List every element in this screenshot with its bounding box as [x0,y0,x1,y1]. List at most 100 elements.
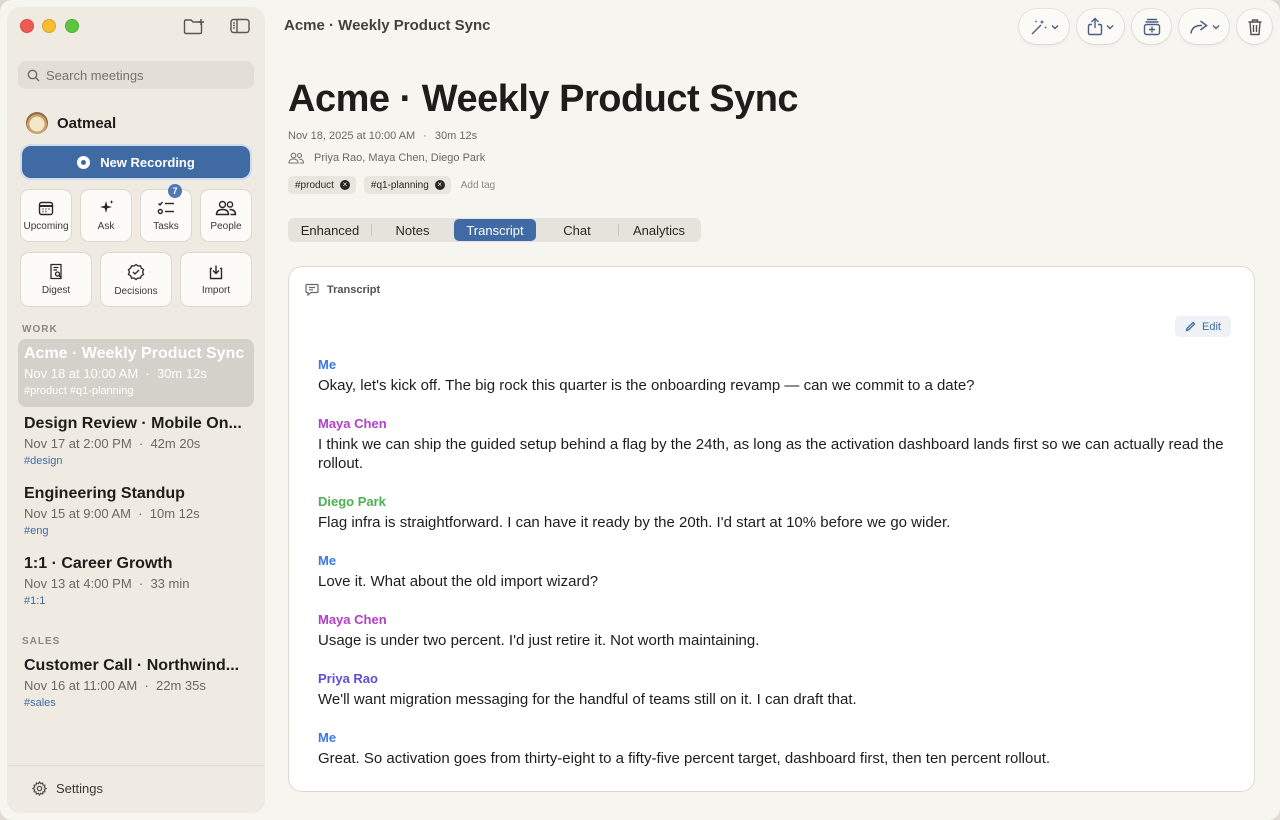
meeting-duration: 30m 12s [434,130,478,142]
utterance-text: We'll want migration messaging for the h… [318,691,857,708]
transcript-utterance: Maya Chen I think we can ship the guided… [318,416,1228,473]
meeting-title: Design Review · Mobile On... [24,415,242,432]
view-tabs: Enhanced Notes Transcript Chat Analytics [288,218,701,242]
tags-row: #product × #q1-planning × Add tag [288,176,495,194]
quick-action-label: Import [201,284,231,296]
minimize-window-button[interactable] [42,19,56,33]
sidebar: Oatmeal New Recording Upcoming Ask 7 Tas… [8,8,264,812]
transcript-bubble-icon [305,283,319,296]
tag-chip[interactable]: #product × [288,176,356,194]
forward-icon [1189,19,1208,34]
quick-action-label: Decisions [114,285,158,297]
chevron-down-icon [1051,24,1058,29]
close-window-button[interactable] [20,19,34,33]
pencil-icon [1185,321,1196,332]
settings-label: Settings [56,781,103,796]
window-title: Acme · Weekly Product Sync [284,17,491,34]
speaker-name: Maya Chen [318,612,387,627]
forward-menu-button[interactable] [1179,9,1229,44]
utterance-text: Flag infra is straightforward. I can hav… [318,514,951,531]
meeting-list-item[interactable]: Acme · Weekly Product Sync Nov 18 at 10:… [18,339,254,407]
meeting-list-item[interactable]: Customer Call · Northwind... Nov 16 at 1… [18,651,254,719]
transcript-utterance: Maya Chen Usage is under two percent. I'… [318,612,1228,650]
record-icon [77,155,91,169]
remove-tag-icon[interactable]: × [434,180,445,190]
meeting-title: Customer Call · Northwind... [24,657,240,674]
transcript-header-label: Transcript [327,283,381,296]
transcript-utterance: Diego Park Flag infra is straightforward… [318,494,1228,532]
add-tag-button[interactable]: Add tag [461,180,495,191]
tag-label: #product [295,179,334,191]
meeting-tags: #sales [24,697,56,709]
meeting-title: Acme · Weekly Product Sync [24,345,245,362]
magic-wand-icon [1031,19,1047,34]
share-menu-button[interactable] [1077,9,1124,44]
quick-action-people[interactable]: People [200,189,252,242]
settings-button[interactable]: Settings [32,781,103,796]
tag-chip[interactable]: #q1-planning × [363,176,451,194]
search-input[interactable] [46,67,236,83]
quick-action-tasks[interactable]: 7 Tasks [140,184,192,242]
meeting-meta: Nov 13 at 4:00 PM · 33 min [24,576,190,591]
delete-button[interactable] [1237,9,1272,44]
meeting-meta: Nov 15 at 9:00 AM · 10m 12s [24,506,200,521]
meeting-list-item[interactable]: Engineering Standup Nov 15 at 9:00 AM · … [18,479,254,547]
meeting-meta-line: Nov 18, 2025 at 10:00 AM · 30m 12s [288,130,477,142]
meeting-title-heading[interactable]: Acme · Weekly Product Sync [288,78,799,121]
new-recording-button[interactable]: New Recording [22,146,250,178]
section-label-work: WORK [22,324,58,335]
tab-transcript[interactable]: Transcript [454,219,536,241]
meeting-list-item[interactable]: 1:1 · Career Growth Nov 13 at 4:00 PM · … [18,549,254,617]
tab-chat[interactable]: Chat [536,219,618,241]
tab-enhanced[interactable]: Enhanced [289,219,371,241]
meeting-meta: Nov 16 at 11:00 AM · 22m 35s [24,678,206,693]
quick-action-ask[interactable]: Ask [80,189,132,242]
quick-action-decisions[interactable]: Decisions [100,252,172,307]
quick-action-import[interactable]: Import [180,252,252,307]
zoom-window-button[interactable] [65,19,79,33]
utterance-text: Great. So activation goes from thirty-ei… [318,750,1051,767]
meeting-tags: #product #q1-planning [24,385,134,397]
meeting-list-item[interactable]: Design Review · Mobile On... Nov 17 at 2… [18,409,254,477]
quick-action-label: Digest [41,285,71,296]
meta-separator: · [423,130,427,142]
participants-line[interactable]: Priya Rao, Maya Chen, Diego Park [288,152,485,164]
transcript-panel: Transcript Edit Me Okay, let's kick off.… [288,266,1255,792]
speaker-name: Me [318,357,337,372]
add-to-stack-button[interactable] [1132,9,1171,44]
new-folder-icon[interactable] [182,16,206,36]
tab-analytics[interactable]: Analytics [618,219,700,241]
transcript-utterance: Priya Rao We'll want migration messaging… [318,671,1228,709]
utterance-text: Okay, let's kick off. The big rock this … [318,377,975,394]
quick-action-upcoming[interactable]: Upcoming [20,189,72,242]
speaker-name: Me [318,553,337,568]
share-icon [1087,17,1103,36]
remove-tag-icon[interactable]: × [339,180,350,190]
section-label-sales: SALES [22,636,61,647]
sparkles-icon [99,200,113,213]
meeting-meta: Nov 18 at 10:00 AM · 30m 12s [24,366,207,381]
participants-icon [288,152,305,164]
quick-action-label: People [210,220,242,232]
quick-action-label: Upcoming [23,220,69,232]
magic-menu-button[interactable] [1019,9,1069,44]
gear-icon [32,781,47,796]
utterance-text: Love it. What about the old import wizar… [318,573,599,590]
tab-notes[interactable]: Notes [371,219,454,241]
digest-icon [50,263,62,280]
utterance-text: I think we can ship the guided setup beh… [318,436,1224,472]
search-field[interactable] [18,61,254,89]
meeting-tags: #eng [24,525,49,537]
sidebar-toggle-icon[interactable] [228,16,252,36]
edit-transcript-button[interactable]: Edit [1175,316,1231,337]
quick-action-digest[interactable]: Digest [20,252,92,307]
app-window: Oatmeal New Recording Upcoming Ask 7 Tas… [0,0,1280,820]
new-recording-label: New Recording [100,154,195,170]
people-icon [215,200,237,215]
participants-names: Priya Rao, Maya Chen, Diego Park [314,152,486,164]
oatmeal-logo-icon [26,112,48,134]
meeting-title: Engineering Standup [24,485,185,502]
transcript-utterance: Me Love it. What about the old import wi… [318,553,1228,591]
transcript-utterance: Me Okay, let's kick off. The big rock th… [318,357,1228,395]
transcript-utterance: Me Great. So activation goes from thirty… [318,730,1228,768]
